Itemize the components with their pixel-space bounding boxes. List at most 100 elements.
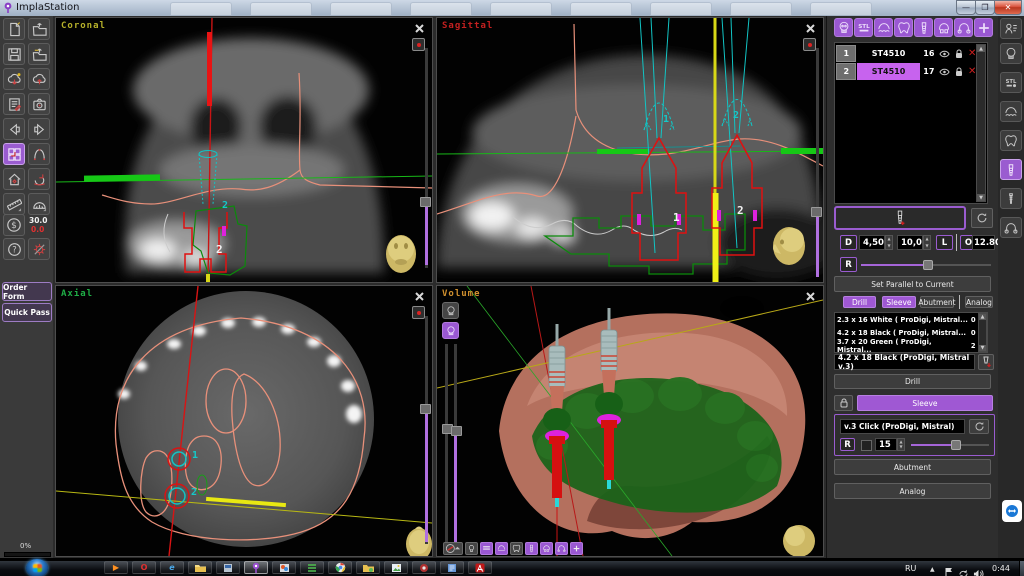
taskbar-icon-recorder[interactable] bbox=[412, 561, 436, 574]
taskbar-icon-paint[interactable] bbox=[272, 561, 296, 574]
coronal-sagittal-plane-handle[interactable] bbox=[207, 32, 212, 106]
tab-sleeve[interactable]: Sleeve bbox=[882, 296, 916, 308]
visibility-eye-icon[interactable] bbox=[938, 45, 952, 62]
sleeve-checkbox[interactable] bbox=[861, 440, 872, 451]
price-button[interactable]: $ bbox=[3, 214, 25, 236]
sagittal-axial-plane-handle[interactable] bbox=[597, 149, 649, 154]
window-titlebar[interactable]: ImplaStation — ❐ ✕ bbox=[0, 0, 1024, 16]
tooth-icon[interactable] bbox=[894, 18, 913, 37]
sidebar-screw-button[interactable] bbox=[1000, 188, 1022, 209]
minimize-button[interactable]: — bbox=[956, 0, 976, 15]
quick-pass-button[interactable]: Quick Pass bbox=[2, 303, 52, 322]
taskbar-icon-acrobat[interactable] bbox=[468, 561, 492, 574]
volume-close-icon[interactable] bbox=[804, 290, 817, 303]
panoramic-curve-button[interactable] bbox=[28, 143, 50, 165]
maximize-button[interactable]: ❐ bbox=[975, 0, 995, 15]
sleeve-lock-button[interactable] bbox=[834, 395, 853, 411]
volume-viewport[interactable]: Volume bbox=[436, 285, 824, 557]
set-parallel-button[interactable]: Set Parallel to Current bbox=[834, 276, 991, 292]
rotation-slider[interactable] bbox=[927, 264, 991, 266]
add-implant-button[interactable] bbox=[834, 206, 966, 230]
coronal-view-canvas[interactable]: 2 2 bbox=[55, 17, 433, 283]
orientation-head-side[interactable] bbox=[773, 227, 805, 265]
refresh-implant-button[interactable] bbox=[971, 208, 993, 228]
volume-add-toggle[interactable] bbox=[570, 542, 583, 555]
volume-arch-toggle[interactable] bbox=[555, 542, 568, 555]
lock-icon[interactable] bbox=[953, 63, 966, 80]
action-center-flag-icon[interactable] bbox=[944, 563, 954, 576]
sleeve-depth-value[interactable]: 15 bbox=[875, 438, 897, 451]
reset-view-button[interactable] bbox=[3, 168, 25, 190]
taskbar-icon-chrome[interactable] bbox=[328, 561, 352, 574]
abutment-button[interactable]: Abutment bbox=[834, 459, 991, 475]
implant-row-name[interactable]: ST4510 bbox=[857, 45, 920, 62]
coronal-record-icon[interactable] bbox=[412, 38, 425, 51]
tab-analog[interactable]: Analog bbox=[965, 296, 993, 308]
open-project-button[interactable] bbox=[28, 18, 50, 40]
sidebar-stl-button[interactable]: STL bbox=[1000, 72, 1022, 93]
order-form-button[interactable]: Order Form bbox=[2, 282, 52, 301]
tray-expand-icon[interactable]: ▲ bbox=[930, 566, 935, 573]
sync-tray-icon[interactable] bbox=[958, 564, 969, 576]
length-value[interactable]: 10,0 bbox=[897, 235, 923, 250]
drill-list-item[interactable]: 2.3 x 16 White ( ProDigi, Mistral... 0 ✕ bbox=[835, 313, 987, 326]
coronal-viewport[interactable]: 2 2 Coronal bbox=[55, 17, 433, 283]
settings-button[interactable] bbox=[28, 238, 50, 260]
offset-value[interactable]: 12.80 bbox=[972, 235, 1001, 250]
tab-abutment[interactable]: Abutment bbox=[918, 296, 956, 308]
orientation-head-front[interactable] bbox=[386, 235, 416, 273]
diameter-stepper[interactable]: ▲ ▼ bbox=[885, 235, 893, 250]
drill-tool-icon-button[interactable] bbox=[978, 354, 994, 370]
new-project-button[interactable] bbox=[3, 18, 25, 40]
sleeve-header-button[interactable]: Sleeve bbox=[857, 395, 993, 411]
volume-scan-visibility-button[interactable] bbox=[442, 302, 459, 319]
taskbar-icon-explorer[interactable] bbox=[188, 561, 212, 574]
sagittal-view-canvas[interactable]: 1 2 1 2 bbox=[436, 17, 837, 282]
sleeve-slider-handle[interactable] bbox=[951, 440, 961, 450]
sleeve-depth-stepper[interactable]: ▲ ▼ bbox=[897, 438, 905, 451]
axial-close-icon[interactable] bbox=[413, 290, 426, 303]
drill-list-scrollbar[interactable]: ▲ ▼ bbox=[978, 313, 987, 352]
ruler-button[interactable] bbox=[3, 193, 25, 215]
implant-icon[interactable] bbox=[914, 18, 933, 37]
sagittal-coronal-plane-handle[interactable] bbox=[712, 193, 719, 282]
sagittal-close-icon[interactable] bbox=[804, 22, 817, 35]
coronal-slice-slider-handle[interactable] bbox=[420, 197, 431, 207]
taskbar-icon-internet-explorer[interactable]: e bbox=[160, 561, 184, 574]
sidebar-tooth-button[interactable] bbox=[1000, 130, 1022, 151]
arch-icon[interactable] bbox=[954, 18, 973, 37]
stl-icon[interactable]: STL bbox=[854, 18, 873, 37]
lock-icon[interactable] bbox=[953, 45, 966, 62]
volume-tray-icon[interactable] bbox=[973, 564, 984, 576]
sagittal-slice-slider-handle[interactable] bbox=[811, 207, 822, 217]
length-stepper[interactable]: ▲ ▼ bbox=[923, 235, 931, 250]
redo-button[interactable] bbox=[28, 118, 50, 140]
drill-apply-button[interactable]: Drill bbox=[834, 374, 991, 389]
implant-row-name[interactable]: ST4510 bbox=[857, 63, 920, 80]
volume-threshold-slider-2-handle[interactable] bbox=[451, 426, 462, 436]
sidebar-implant-button[interactable] bbox=[1000, 159, 1022, 180]
sidebar-arch-button[interactable] bbox=[1000, 217, 1022, 238]
volume-view-canvas[interactable] bbox=[436, 285, 824, 557]
coronal-close-icon[interactable] bbox=[413, 22, 426, 35]
teamviewer-icon[interactable] bbox=[1002, 500, 1022, 522]
sidebar-skull-button[interactable] bbox=[1000, 43, 1022, 64]
add-implant-icon[interactable] bbox=[974, 18, 993, 37]
volume-skull-toggle[interactable] bbox=[465, 542, 478, 555]
orientation-reset-button[interactable] bbox=[443, 542, 463, 555]
volume-tooth-toggle[interactable] bbox=[510, 542, 523, 555]
clock[interactable]: 0:44 bbox=[992, 564, 1010, 573]
close-button[interactable]: ✕ bbox=[994, 0, 1022, 15]
layout-grid-button[interactable] bbox=[3, 143, 25, 165]
volume-stl-toggle[interactable] bbox=[480, 542, 493, 555]
protractor-button[interactable] bbox=[28, 193, 50, 215]
rotation-slider-handle[interactable] bbox=[923, 260, 933, 270]
axial-view-canvas[interactable]: 1 2 bbox=[55, 285, 433, 560]
orientation-head-3d[interactable] bbox=[783, 525, 815, 557]
implant-list-scrollbar[interactable]: ▲ ▼ bbox=[976, 44, 986, 202]
export-project-button[interactable] bbox=[28, 43, 50, 65]
taskbar-icon-task-list[interactable] bbox=[300, 561, 324, 574]
cloud-upload-button[interactable] bbox=[28, 68, 50, 90]
implant-row[interactable]: 1 ST4510 16 ✕ bbox=[836, 45, 978, 62]
volume-implant-toggle[interactable] bbox=[525, 542, 538, 555]
